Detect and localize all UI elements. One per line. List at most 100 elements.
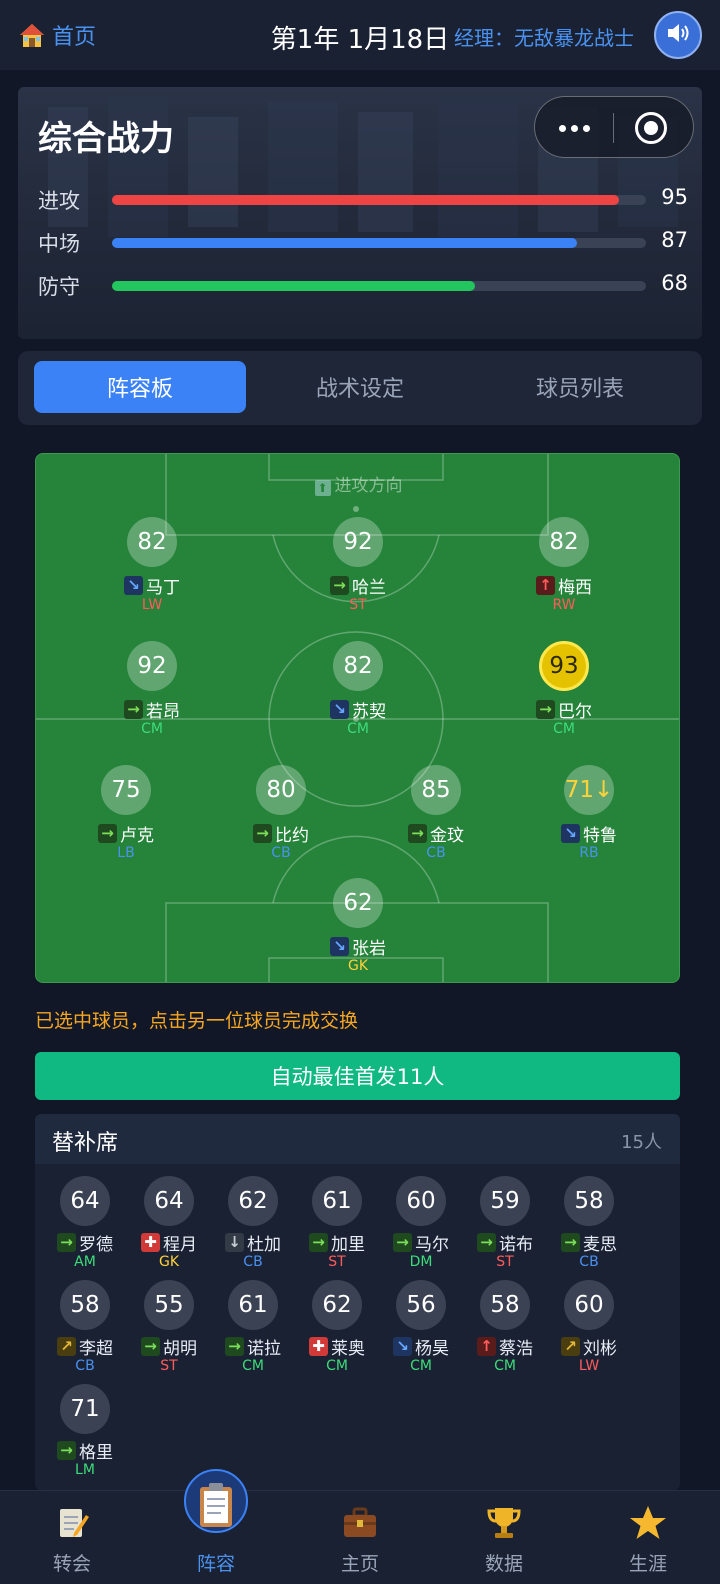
player-name-row: → 罗德 — [43, 1230, 127, 1255]
player-rating: 61 — [312, 1176, 362, 1226]
player-name-row: ✚ 程月 — [127, 1230, 211, 1255]
arrow-down-icon: ↓ — [225, 1233, 244, 1252]
clipboard-icon — [200, 1483, 232, 1527]
bench-player[interactable]: 58 ↑ 蔡浩 CM — [463, 1280, 547, 1380]
starter-player[interactable]: 85 → 金玟 CB — [381, 765, 491, 869]
starter-player[interactable]: 82 ↑ 梅西 RW — [509, 517, 619, 621]
starter-player[interactable]: 92 → 若昂 CM — [97, 641, 207, 745]
arrow-right-icon: → — [536, 700, 555, 719]
auto-best-lineup-button[interactable]: 自动最佳首发11人 — [35, 1052, 680, 1100]
player-name: 哈兰 — [352, 578, 386, 598]
squad-tabs: 阵容板 战术设定 球员列表 — [18, 351, 702, 425]
player-name: 莱奥 — [331, 1339, 365, 1359]
starter-player[interactable]: 80 → 比约 CB — [226, 765, 336, 869]
player-rating: 93 — [539, 641, 589, 691]
bench-player[interactable]: 62 ✚ 莱奥 CM — [295, 1280, 379, 1380]
bench-player[interactable]: 58 → 麦思 CB — [547, 1176, 631, 1276]
player-rating: 92 — [333, 517, 383, 567]
arrow-right-icon: → — [225, 1337, 244, 1356]
starter-player[interactable]: 75 → 卢克 LB — [71, 765, 181, 869]
player-name: 蔡浩 — [499, 1339, 533, 1359]
player-name-row: ↑ 蔡浩 — [463, 1334, 547, 1359]
player-rating: 59 — [480, 1176, 530, 1226]
player-rating: 55 — [144, 1280, 194, 1330]
player-name: 梅西 — [558, 578, 592, 598]
tab-tactics[interactable]: 战术设定 — [254, 361, 466, 413]
power-title: 综合战力 — [38, 119, 174, 159]
stat-label: 防守 — [38, 275, 80, 299]
bench-player[interactable]: 64 ✚ 程月 GK — [127, 1176, 211, 1276]
close-target-icon[interactable] — [635, 112, 667, 144]
stat-bar-fill — [112, 281, 476, 291]
player-rating: 82 — [539, 517, 589, 567]
player-name-row: → 加里 — [295, 1230, 379, 1255]
bench-player[interactable]: 62 ↓ 杜加 CB — [211, 1176, 295, 1276]
sound-button[interactable] — [654, 11, 702, 59]
injury-cross-icon: ✚ — [309, 1337, 328, 1356]
player-name: 金玟 — [430, 826, 464, 846]
nav-home[interactable]: 主页 — [288, 1491, 432, 1584]
nav-label: 数据 — [484, 1553, 523, 1575]
player-position: DM — [409, 1254, 433, 1270]
player-name: 李超 — [79, 1339, 113, 1359]
player-position: ST — [496, 1254, 514, 1270]
arrow-down-right-icon: ↘ — [124, 576, 143, 595]
briefcase-icon — [344, 1507, 376, 1537]
bench-player[interactable]: 55 → 胡明 ST — [127, 1280, 211, 1380]
player-name: 杜加 — [247, 1235, 281, 1255]
player-position: ST — [349, 597, 367, 613]
injury-cross-icon: ✚ — [141, 1233, 160, 1252]
arrow-down-right-icon: ↘ — [330, 937, 349, 956]
player-name: 马尔 — [415, 1235, 449, 1255]
starter-player[interactable]: 71↓ ↘ 特鲁 RB — [534, 765, 644, 869]
player-rating: 62 — [333, 878, 383, 928]
starter-player[interactable]: 82 ↘ 马丁 LW — [97, 517, 207, 621]
tab-lineup-board[interactable]: 阵容板 — [34, 361, 246, 413]
home-link[interactable]: 首页 — [18, 20, 96, 50]
player-name-row: → 格里 — [43, 1438, 127, 1463]
stat-attack: 进攻 95 — [38, 185, 688, 215]
nav-data[interactable]: 数据 — [432, 1491, 576, 1584]
bench-player[interactable]: 71 → 格里 LM — [43, 1384, 127, 1484]
starter-player[interactable]: 92 → 哈兰 ST — [303, 517, 413, 621]
player-name: 若昂 — [146, 702, 180, 722]
bench-player[interactable]: 58 ↗ 李超 CB — [43, 1280, 127, 1380]
player-name: 格里 — [79, 1443, 113, 1463]
player-name: 诺布 — [499, 1235, 533, 1255]
player-name-row: ↘ 杨昊 — [379, 1334, 463, 1359]
player-name: 刘彬 — [583, 1339, 617, 1359]
arrow-right-icon: → — [98, 824, 117, 843]
bench-player[interactable]: 61 → 加里 ST — [295, 1176, 379, 1276]
bench-player[interactable]: 61 → 诺拉 CM — [211, 1280, 295, 1380]
bench-player[interactable]: 64 → 罗德 AM — [43, 1176, 127, 1276]
bench-player[interactable]: 60 → 马尔 DM — [379, 1176, 463, 1276]
bench-player[interactable]: 56 ↘ 杨昊 CM — [379, 1280, 463, 1380]
player-name: 苏契 — [352, 702, 386, 722]
stat-track — [112, 281, 646, 291]
arrow-down-right-icon: ↘ — [330, 700, 349, 719]
arrow-right-icon: → — [124, 700, 143, 719]
capsule-divider — [613, 113, 614, 143]
nav-career[interactable]: 生涯 — [576, 1491, 720, 1584]
player-position: CM — [242, 1358, 264, 1374]
player-name-row: ↘ 特鲁 — [534, 821, 644, 846]
starter-player-selected[interactable]: 93 → 巴尔 CM — [509, 641, 619, 745]
player-rating: 56 — [396, 1280, 446, 1330]
bench-player[interactable]: 59 → 诺布 ST — [463, 1176, 547, 1276]
attack-direction-text: 进攻方向 — [334, 476, 403, 496]
manager-name: 经理：无敌暴龙战士 — [454, 26, 634, 50]
starter-player[interactable]: 62 ↘ 张岩 GK — [303, 878, 413, 982]
arrow-up-icon: ↑ — [536, 576, 555, 595]
nav-squad[interactable]: 阵容 — [144, 1469, 288, 1584]
bench-panel: 替补席 15人 64 → 罗德 AM 64 ✚ 程月 GK 62 ↓ 杜加 CB 61 → 加里 ST 60 → 马… — [35, 1114, 680, 1490]
starter-player[interactable]: 82 ↘ 苏契 CM — [303, 641, 413, 745]
more-options-button[interactable] — [535, 97, 613, 159]
arrow-right-icon: → — [393, 1233, 412, 1252]
player-name-row: ↓ 杜加 — [211, 1230, 295, 1255]
nav-transfer[interactable]: 转会 — [0, 1491, 144, 1584]
nav-label: 阵容 — [196, 1553, 235, 1575]
bench-player[interactable]: 60 ↗ 刘彬 LW — [547, 1280, 631, 1380]
player-position: CM — [494, 1358, 516, 1374]
tab-player-list[interactable]: 球员列表 — [474, 361, 686, 413]
miniprogram-capsule — [534, 96, 694, 158]
